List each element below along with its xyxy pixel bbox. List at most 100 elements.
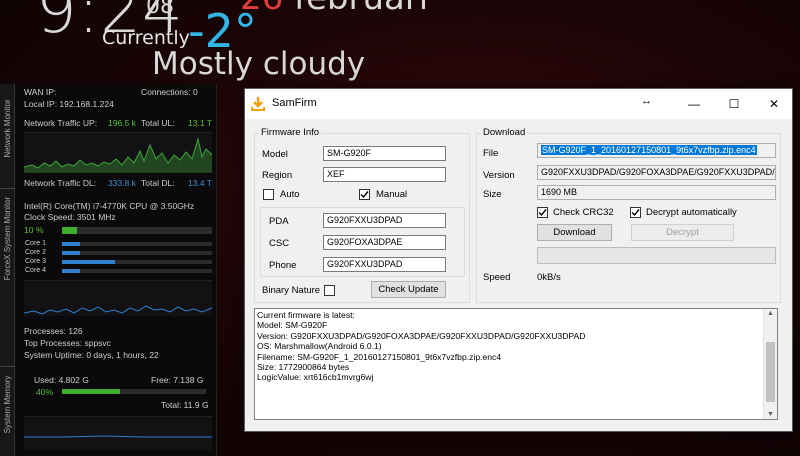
core-bar [62, 251, 212, 255]
sidebar-label-memory: System Memory [3, 375, 12, 434]
check-update-button[interactable]: Check Update [371, 281, 446, 298]
memory-bar [62, 389, 206, 394]
log-line: OS: Marshmallow(Android 6.0.1) [257, 341, 382, 352]
memory-graph [24, 416, 212, 450]
speed-value: 0kB/s [537, 272, 561, 283]
version-field[interactable]: G920FXXU3DPAD/G920FOXA3DPAE/G920FXXU3DPA… [537, 165, 776, 180]
date-month: februari [294, 0, 428, 18]
clock-speed: Clock Speed: 3501 MHz [24, 212, 116, 222]
cpu-graph-line [23, 305, 213, 315]
cpu-name: Intel(R) Core(TM) i7-4770K CPU @ 3.50GHz [24, 201, 195, 211]
total-dl-label: Total DL: [141, 178, 175, 188]
scroll-thumb[interactable] [766, 342, 775, 402]
memory-free: Free: 7.138 G [151, 375, 204, 385]
auto-checkbox[interactable] [263, 189, 274, 200]
download-title: Download [481, 127, 528, 138]
checkmark-icon [538, 209, 547, 217]
memory-percent: 40% [36, 387, 54, 397]
core-bar-fill [62, 260, 115, 264]
core-bar-fill [62, 242, 80, 246]
model-input[interactable]: SM-G920F [323, 146, 446, 161]
resize-cursor-icon: ↔ [641, 95, 652, 107]
manual-checkbox[interactable] [359, 189, 370, 200]
maximize-button[interactable]: ☐ [714, 89, 754, 119]
traffic-dl-value: 333.8 k [108, 178, 136, 188]
core-label: Core 1 [25, 240, 47, 247]
cpu-usage-bar [62, 227, 212, 234]
close-button[interactable]: ✕ [754, 89, 794, 119]
log-line: Filename: SM-G920F_1_20160127150801_9t6x… [257, 351, 502, 362]
scroll-down-icon[interactable]: ▼ [767, 411, 774, 418]
system-uptime: System Uptime: 0 days, 1 hours, 22 [24, 350, 159, 360]
check-crc32-label: Check CRC32 [553, 207, 614, 218]
cpu-graph [23, 280, 213, 316]
firmware-info-title: Firmware Info [259, 127, 322, 138]
region-label: Region [262, 170, 293, 181]
connections-value: 0 [193, 87, 198, 97]
memory-bar-fill [62, 389, 120, 394]
memory-total: Total: 11.9 G [161, 400, 209, 410]
scroll-up-icon[interactable]: ▲ [767, 310, 774, 317]
core-bar [62, 260, 212, 264]
pda-label: PDA [269, 216, 289, 227]
region-input[interactable]: XEF [323, 167, 446, 182]
speed-label: Speed [483, 272, 511, 283]
auto-label: Auto [280, 189, 300, 200]
core-label: Core 4 [25, 267, 47, 274]
check-crc32-checkbox[interactable] [537, 207, 548, 218]
core-bar [62, 242, 212, 246]
local-ip: Local IP: 192.168.1.224 [24, 99, 114, 109]
total-dl-value: 13.4 T [188, 178, 212, 188]
decrypt-button[interactable]: Decrypt [631, 224, 734, 241]
core-label: Core 3 [25, 258, 47, 265]
file-label: File [483, 148, 499, 159]
total-ul-value: 13.1 T [188, 118, 212, 128]
csc-input[interactable]: G920FOXA3DPAE [323, 235, 446, 250]
memory-used: Used: 4.802 G [34, 375, 89, 385]
decrypt-automatically-label: Decrypt automatically [646, 207, 737, 218]
title-bar[interactable]: SamFirm ↔ — ☐ ✕ [245, 89, 792, 119]
log-output[interactable]: Current firmware is latest: Model: SM-G92… [254, 308, 778, 420]
log-line: Model: SM-G920F [257, 320, 328, 331]
download-app-icon [251, 97, 265, 111]
binary-nature-checkbox[interactable] [324, 285, 335, 296]
phone-input[interactable]: G920FXXU3DPAD [323, 257, 446, 272]
file-value: SM-G920F_1_20160127150801_9t6x7vzfbp.zip… [541, 145, 757, 155]
model-label: Model [262, 149, 288, 160]
phone-label: Phone [269, 260, 297, 271]
file-field[interactable]: SM-G920F_1_20160127150801_9t6x7vzfbp.zip… [537, 143, 776, 158]
upload-graph [23, 132, 213, 173]
upload-graph-line [23, 137, 213, 173]
pda-input[interactable]: G920FXXU3DPAD [323, 213, 446, 228]
log-scrollbar[interactable]: ▲ ▼ [763, 309, 777, 419]
total-ul-label: Total UL: [141, 118, 175, 128]
size-field[interactable]: 1690 MB [537, 185, 776, 200]
manual-label: Manual [376, 189, 408, 200]
traffic-up-label: Network Traffic UP: [24, 118, 98, 128]
version-label: Version [483, 170, 515, 181]
core-bar [62, 269, 212, 273]
traffic-dl-label: Network Traffic DL: [24, 178, 97, 188]
sidebar-divider [0, 188, 15, 189]
wan-ip-label: WAN IP: [24, 87, 57, 97]
system-monitor-gadget: Network Monitor ForceX System Monitor Sy… [0, 84, 217, 456]
cpu-usage-text: 10 % [24, 225, 44, 235]
top-processes: Top Processes: sppsvc [24, 338, 111, 348]
checkmark-icon [360, 191, 369, 199]
monitor-sidebar: Network Monitor ForceX System Monitor Sy… [0, 84, 15, 456]
download-group [476, 133, 781, 303]
cpu-usage-fill [62, 227, 77, 234]
csc-label: CSC [269, 238, 290, 249]
checkmark-icon [631, 209, 640, 217]
samfirm-window: SamFirm ↔ — ☐ ✕ Firmware Info Model SM-G… [244, 88, 793, 432]
download-button[interactable]: Download [537, 224, 612, 241]
connections-label: Connections: [141, 87, 191, 97]
decrypt-automatically-checkbox[interactable] [630, 207, 641, 218]
minimize-button[interactable]: — [674, 89, 714, 119]
core-bar-fill [62, 251, 80, 255]
clock-seconds: 08 [146, 0, 174, 19]
log-line: LogicValue: xrt616cb1mvrg6wj [257, 372, 374, 383]
log-line: Version: G920FXXU3DPAD/G920FOXA3DPAE/G92… [257, 330, 586, 341]
log-line: Current firmware is latest: [257, 310, 355, 320]
traffic-up-value: 196.5 k [108, 118, 136, 128]
